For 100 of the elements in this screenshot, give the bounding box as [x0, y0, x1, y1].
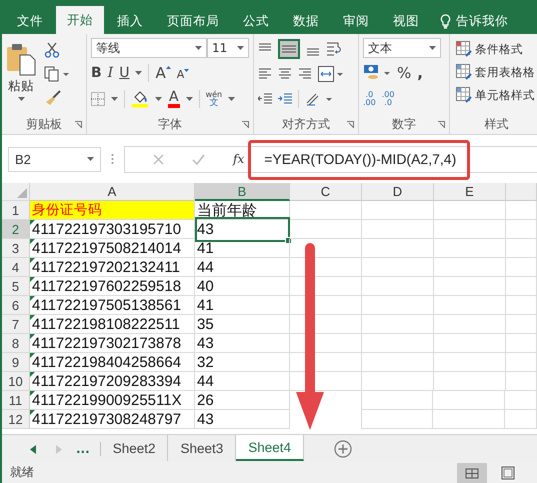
table-cell[interactable]: [362, 315, 434, 334]
number-format-dropdown[interactable]: 文本: [363, 38, 441, 58]
table-cell[interactable]: [506, 201, 537, 220]
caret-icon[interactable]: [111, 97, 118, 101]
paste-button[interactable]: 粘贴: [6, 38, 36, 101]
launcher-icon[interactable]: [438, 121, 445, 128]
align-left-icon[interactable]: [258, 67, 272, 81]
align-right-icon[interactable]: [298, 67, 312, 81]
row-header[interactable]: 4: [2, 258, 30, 277]
table-cell[interactable]: [506, 353, 537, 372]
more-sheets-button[interactable]: ...: [76, 442, 101, 456]
scissors-icon[interactable]: [44, 42, 60, 58]
shrink-font-button[interactable]: A: [176, 69, 190, 80]
table-cell[interactable]: [434, 277, 506, 296]
column-header[interactable]: B: [195, 183, 290, 201]
table-cell[interactable]: 43: [195, 410, 290, 429]
table-cell[interactable]: [290, 372, 362, 391]
table-cell[interactable]: 43: [195, 334, 290, 353]
table-cell[interactable]: [506, 296, 537, 315]
column-header[interactable]: E: [434, 183, 506, 201]
caret-icon[interactable]: [135, 71, 142, 75]
align-center-icon[interactable]: [278, 67, 292, 81]
row-header[interactable]: 7: [2, 315, 30, 334]
ribbon-tab[interactable]: 视图: [382, 8, 430, 34]
table-cell[interactable]: 26: [195, 391, 290, 410]
select-all-icon[interactable]: [17, 188, 27, 198]
table-cell[interactable]: 411722197302173878: [30, 334, 195, 353]
table-cell[interactable]: [434, 201, 506, 220]
row-header[interactable]: 3: [2, 239, 30, 258]
merge-cells-icon[interactable]: [318, 66, 344, 82]
table-cell[interactable]: 43: [195, 217, 290, 242]
table-cell[interactable]: [362, 372, 434, 391]
increase-indent-icon[interactable]: [278, 92, 292, 106]
table-cell[interactable]: [290, 277, 362, 296]
scroll-right-icon[interactable]: [56, 444, 62, 454]
table-cell[interactable]: 411722198108222511: [30, 315, 195, 334]
table-cell[interactable]: 411722197303195710: [30, 220, 195, 239]
grow-font-button[interactable]: A: [155, 66, 171, 80]
table-cell[interactable]: [290, 201, 362, 220]
table-cell[interactable]: [506, 239, 537, 258]
table-cell[interactable]: [434, 220, 506, 239]
table-cell[interactable]: [362, 334, 434, 353]
ribbon-tab[interactable]: 页面布局: [156, 8, 230, 34]
normal-view-icon[interactable]: [457, 462, 487, 482]
font-color-button[interactable]: A: [168, 90, 180, 108]
borders-icon[interactable]: [91, 92, 105, 106]
table-cell[interactable]: [290, 315, 362, 334]
bold-button[interactable]: B: [91, 66, 102, 80]
table-cell[interactable]: [290, 258, 362, 277]
table-cell[interactable]: [434, 372, 506, 391]
table-cell[interactable]: [362, 353, 434, 372]
table-cell[interactable]: [506, 334, 537, 353]
scroll-left-icon[interactable]: [30, 444, 36, 454]
phonetic-guide-button[interactable]: wén 文: [206, 90, 222, 108]
table-cell[interactable]: 411722197202132411: [30, 258, 195, 277]
styles-button[interactable]: 套用表格格: [456, 64, 537, 80]
table-cell[interactable]: [506, 220, 537, 239]
column-header[interactable]: A: [30, 183, 195, 201]
underline-button[interactable]: U: [119, 66, 130, 80]
row-header[interactable]: 2: [2, 220, 30, 239]
sheet-tab[interactable]: Sheet2: [100, 435, 168, 461]
column-header[interactable]: D: [362, 183, 434, 201]
row-header[interactable]: 1: [2, 201, 30, 220]
comma-button[interactable]: ,: [417, 66, 423, 80]
tell-me-button[interactable]: 告诉我你: [440, 8, 508, 34]
increase-decimal-button[interactable]: .0 .00: [363, 91, 376, 107]
page-layout-icon[interactable]: [501, 466, 515, 480]
percent-button[interactable]: %: [397, 66, 412, 80]
cancel-icon[interactable]: [153, 154, 164, 164]
styles-button[interactable]: 单元格样式: [456, 87, 537, 103]
table-cell[interactable]: [362, 258, 434, 277]
caret-icon[interactable]: [228, 97, 236, 101]
grip-icon[interactable]: [111, 153, 114, 165]
table-cell[interactable]: [434, 353, 506, 372]
table-cell[interactable]: 411722197505138561: [30, 296, 195, 315]
ribbon-tab[interactable]: 文件: [6, 8, 54, 34]
table-cell[interactable]: [362, 296, 434, 315]
table-cell[interactable]: [362, 277, 434, 296]
table-cell[interactable]: [290, 239, 362, 258]
sheet-tab[interactable]: Sheet4: [236, 435, 304, 461]
table-cell[interactable]: [433, 391, 505, 410]
table-cell[interactable]: [290, 334, 362, 353]
table-cell[interactable]: [434, 296, 506, 315]
launcher-icon[interactable]: [75, 121, 82, 128]
table-cell[interactable]: [434, 315, 506, 334]
table-cell[interactable]: 身份证号码: [30, 201, 195, 220]
ribbon-tab[interactable]: 审阅: [332, 8, 380, 34]
table-cell[interactable]: 411722197602259518: [30, 277, 195, 296]
table-cell[interactable]: [434, 334, 506, 353]
ribbon-tab[interactable]: 数据: [282, 8, 330, 34]
table-cell[interactable]: 当前年龄: [195, 201, 290, 220]
styles-button[interactable]: 条件格式: [456, 41, 537, 57]
row-header[interactable]: 9: [2, 353, 30, 372]
insert-function-button[interactable]: fx: [233, 152, 244, 166]
row-header[interactable]: 12: [2, 410, 30, 429]
table-cell[interactable]: 32: [195, 353, 290, 372]
table-cell[interactable]: [506, 315, 537, 334]
table-cell[interactable]: [506, 277, 537, 296]
table-cell[interactable]: [362, 239, 434, 258]
table-cell[interactable]: [361, 410, 433, 429]
